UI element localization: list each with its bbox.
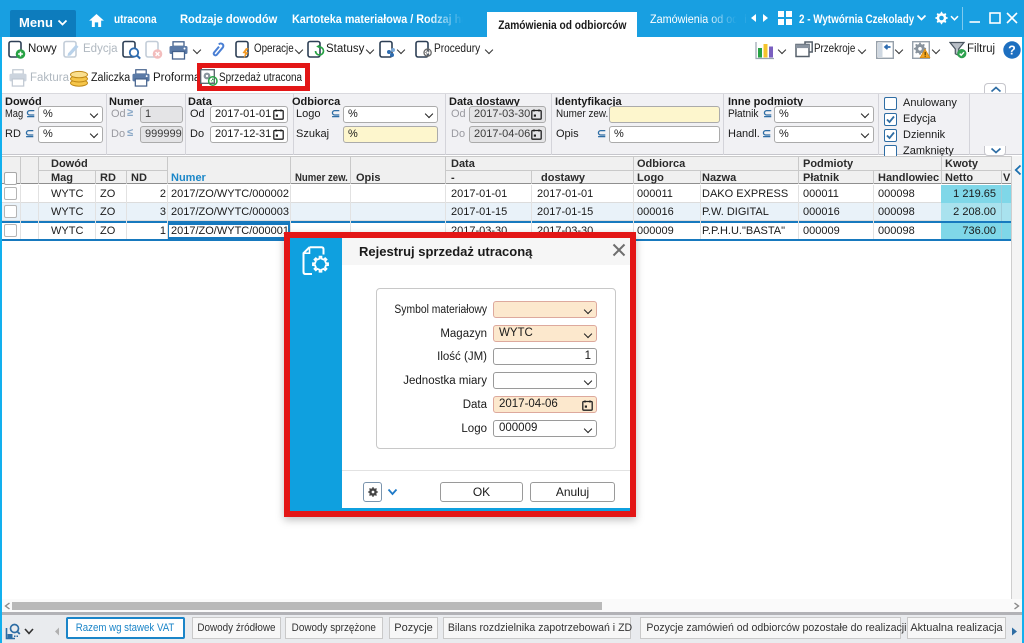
svg-text:?: ? (1008, 43, 1016, 57)
